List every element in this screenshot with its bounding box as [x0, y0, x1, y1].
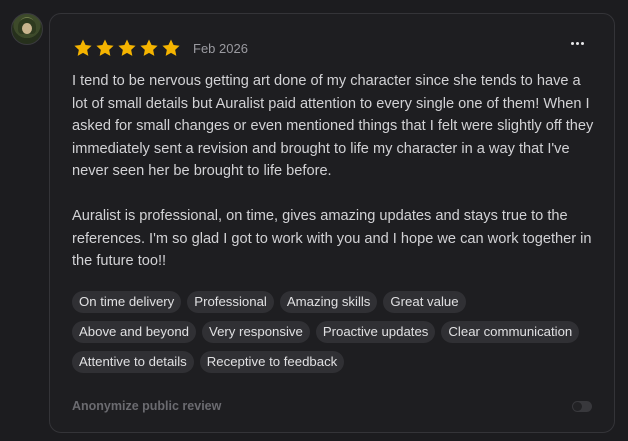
star-icon [74, 39, 92, 56]
avatar-face [22, 23, 32, 34]
star-icon [118, 39, 136, 56]
review-tag: Above and beyond [72, 321, 196, 343]
anonymize-label: Anonymize public review [72, 399, 222, 413]
review-tag: Receptive to feedback [199, 351, 345, 373]
dot [576, 42, 579, 45]
review-date: Feb 2026 [193, 40, 248, 56]
review-tag: Attentive to details [72, 351, 194, 373]
review-paragraph-1: I tend to be nervous getting art done of… [72, 73, 594, 179]
review-tag: On time delivery [72, 291, 182, 313]
review-text: I tend to be nervous getting art done of… [72, 70, 597, 273]
star-icon [162, 39, 180, 56]
rating-row: Feb 2026 [73, 38, 248, 58]
toggle-knob [573, 402, 582, 411]
more-options-icon[interactable] [571, 42, 584, 45]
star-icon [140, 39, 158, 56]
review-paragraph-2: Auralist is professional, on time, gives… [72, 208, 592, 269]
review-tag: Very responsive [202, 321, 310, 343]
dot [571, 42, 574, 45]
review-tag: Amazing skills [279, 291, 378, 313]
review-tag: Clear communication [441, 321, 580, 343]
review-tag: Proactive updates [315, 321, 436, 343]
anonymize-toggle[interactable] [572, 401, 592, 412]
review-card: Feb 2026 I tend to be nervous getting ar… [49, 13, 615, 433]
avatar[interactable] [11, 13, 43, 45]
star-icon [96, 39, 114, 56]
review-tag: Great value [383, 291, 466, 313]
dot [581, 42, 584, 45]
star-rating [73, 38, 181, 58]
review-tags: On time delivery Professional Amazing skil… [72, 291, 592, 373]
review-tag: Professional [187, 291, 274, 313]
